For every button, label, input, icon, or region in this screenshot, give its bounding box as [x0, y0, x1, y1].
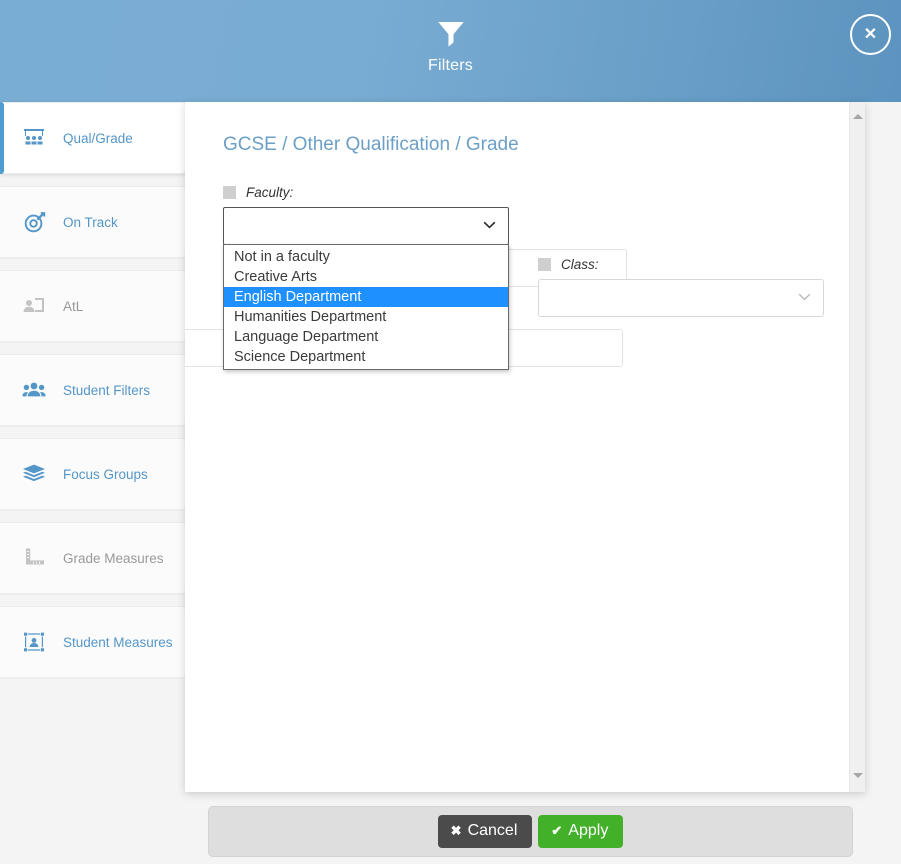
- scroll-up-icon[interactable]: [850, 108, 865, 125]
- funnel-icon: [437, 22, 464, 47]
- sidebar-item-qual-grade[interactable]: Qual/Grade: [0, 102, 186, 174]
- panel-scrollbar[interactable]: [849, 102, 865, 792]
- triangle-up-glyph: [853, 114, 863, 119]
- triangle-down-glyph: [853, 773, 863, 778]
- user-card-icon: [20, 292, 48, 320]
- class-select[interactable]: [538, 279, 824, 317]
- sidebar-item-focus-groups[interactable]: Focus Groups: [0, 438, 186, 510]
- apply-button[interactable]: ✔ Apply: [538, 815, 624, 848]
- header-center: Filters: [0, 18, 901, 75]
- close-icon[interactable]: ✕: [850, 14, 891, 55]
- class-field: Class:: [538, 184, 824, 317]
- chevron-down-icon: [483, 221, 496, 229]
- apply-button-label: Apply: [568, 822, 609, 839]
- users-icon: [20, 376, 48, 404]
- class-label: Class:: [561, 256, 599, 272]
- panel-body: GCSE / Other Qualification / Grade Facul…: [185, 102, 849, 792]
- frame-icon: [20, 628, 48, 656]
- sidebar-item-student-measures[interactable]: Student Measures: [0, 606, 186, 678]
- sidebar-item-label: Qual/Grade: [63, 130, 133, 146]
- section-title: GCSE / Other Qualification / Grade: [223, 134, 519, 155]
- chevron-down-icon: [798, 293, 811, 301]
- sidebar: Qual/Grade On Track AtL Student Filters …: [0, 102, 186, 690]
- layers-icon: [20, 460, 48, 488]
- faculty-select[interactable]: [223, 207, 509, 245]
- sidebar-item-label: Grade Measures: [63, 550, 164, 566]
- dropdown-option[interactable]: Science Department: [224, 347, 508, 367]
- sidebar-item-label: Focus Groups: [63, 466, 148, 482]
- faculty-checkbox[interactable]: [223, 185, 236, 199]
- dropdown-option[interactable]: Language Department: [224, 327, 508, 347]
- hidden-select-3: [493, 329, 623, 367]
- sidebar-item-label: On Track: [63, 214, 118, 230]
- sidebar-item-grade-measures: Grade Measures: [0, 522, 186, 594]
- dialog-footer: ✖ Cancel ✔ Apply: [208, 806, 853, 857]
- sidebar-item-label: Student Measures: [63, 634, 173, 650]
- faculty-label: Faculty:: [246, 184, 294, 200]
- dialog-header: Filters ✕: [0, 0, 901, 102]
- filters-dialog-panel: GCSE / Other Qualification / Grade Facul…: [185, 102, 865, 792]
- sidebar-item-label: AtL: [63, 298, 84, 314]
- field-row: Faculty: Not in a faculty Creative Arts …: [185, 184, 849, 370]
- faculty-dropdown-list[interactable]: Not in a faculty Creative Arts English D…: [223, 244, 509, 370]
- cancel-button[interactable]: ✖ Cancel: [437, 815, 533, 848]
- dropdown-option[interactable]: Creative Arts: [224, 267, 508, 287]
- class-checkbox[interactable]: [538, 257, 551, 271]
- page-title: Filters: [428, 57, 473, 74]
- check-glyph-icon: ✔: [551, 823, 563, 838]
- faculty-field: Faculty: Not in a faculty Creative Arts …: [185, 184, 627, 370]
- close-glyph-icon: ✖: [450, 823, 462, 838]
- sidebar-item-atl: AtL: [0, 270, 186, 342]
- dropdown-option[interactable]: Not in a faculty: [224, 247, 508, 267]
- classroom-icon: [20, 124, 48, 152]
- scroll-down-icon[interactable]: [850, 767, 865, 784]
- ruler-icon: [20, 544, 48, 572]
- target-icon: [20, 208, 48, 236]
- sidebar-item-student-filters[interactable]: Student Filters: [0, 354, 186, 426]
- cancel-button-label: Cancel: [467, 822, 518, 839]
- dropdown-option-selected[interactable]: English Department: [224, 287, 508, 307]
- class-label-row: Class:: [538, 256, 824, 272]
- sidebar-item-label: Student Filters: [63, 382, 151, 398]
- dropdown-option[interactable]: Humanities Department: [224, 307, 508, 327]
- faculty-label-row: Faculty:: [223, 184, 509, 200]
- sidebar-item-on-track[interactable]: On Track: [0, 186, 186, 258]
